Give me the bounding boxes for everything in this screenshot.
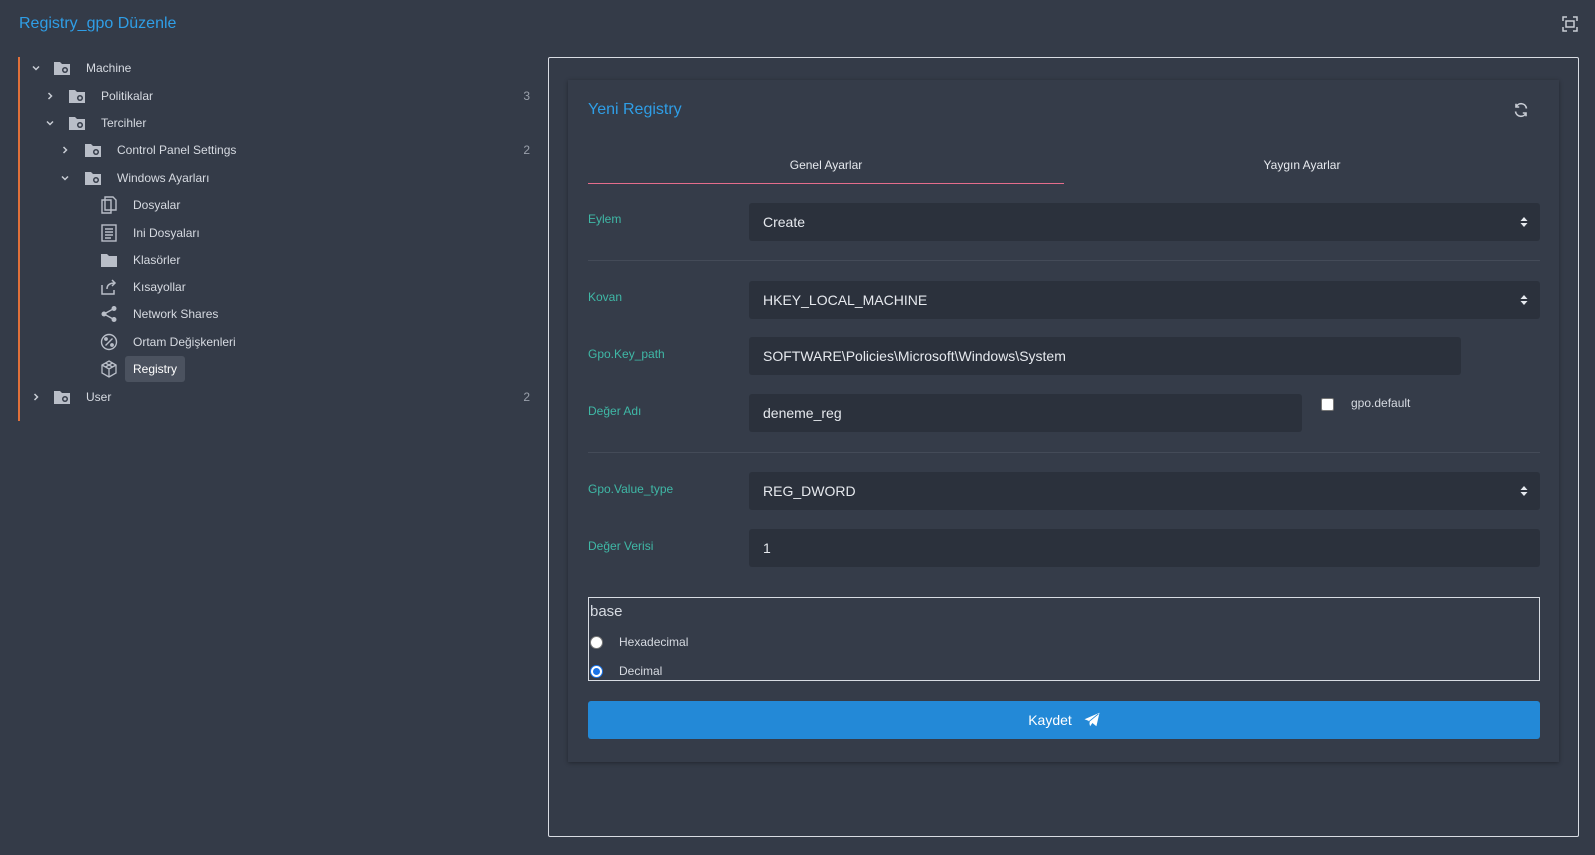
chevron-down-icon[interactable]: [59, 172, 71, 184]
tree-label-policies: Politikalar: [101, 89, 154, 103]
tree-label-machine: Machine: [86, 61, 132, 75]
base-fieldset: base Hexadecimal Decimal: [588, 597, 1540, 681]
default-checkbox-label: gpo.default: [1351, 396, 1411, 410]
chevron-down-icon[interactable]: [30, 62, 42, 74]
updown-icon: [1520, 217, 1528, 227]
hive-value: HKEY_LOCAL_MACHINE: [763, 292, 928, 308]
refresh-icon[interactable]: [1513, 102, 1529, 118]
default-checkbox[interactable]: [1321, 398, 1334, 411]
tree-label-env-vars: Ortam Değişkenleri: [133, 335, 236, 349]
tree-label-windows-settings: Windows Ayarları: [117, 171, 210, 185]
folder-settings-icon: [69, 117, 85, 130]
tree-count-policies: 3: [523, 89, 530, 103]
folder-icon: [101, 254, 117, 267]
radio-hexadecimal[interactable]: [590, 636, 603, 649]
folder-settings-icon: [85, 172, 101, 185]
tree-label-ini-files: Ini Dosyaları: [133, 226, 200, 240]
tab-common-settings[interactable]: Yaygın Ayarlar: [1064, 154, 1540, 184]
action-select[interactable]: Create: [749, 203, 1540, 241]
tree-node-control-panel[interactable]: Control Panel Settings 2: [20, 137, 530, 163]
tree-node-user[interactable]: User 2: [20, 384, 530, 410]
value-name-value: deneme_reg: [763, 405, 842, 421]
tree-label-user: User: [86, 390, 112, 404]
share-arrow-icon: [101, 279, 117, 295]
value-type-value: REG_DWORD: [763, 483, 856, 499]
hive-label: Kovan: [588, 290, 623, 304]
folder-settings-icon: [69, 90, 85, 103]
radio-decimal[interactable]: [590, 665, 603, 678]
tab-general-settings[interactable]: Genel Ayarlar: [588, 154, 1064, 184]
updown-icon: [1520, 486, 1528, 496]
hive-select[interactable]: HKEY_LOCAL_MACHINE: [749, 281, 1540, 319]
send-icon: [1084, 712, 1100, 727]
folder-settings-icon: [54, 391, 70, 404]
share-nodes-icon: [101, 306, 117, 322]
cube-icon: [101, 360, 117, 378]
tree-node-ini-files[interactable]: Ini Dosyaları: [20, 220, 530, 246]
tree-node-shortcuts[interactable]: Kısayollar: [20, 274, 530, 300]
tree-label-folders: Klasörler: [133, 253, 181, 267]
tree-node-registry[interactable]: Registry: [20, 356, 530, 382]
tree-node-folders[interactable]: Klasörler: [20, 247, 530, 273]
save-button[interactable]: Kaydet: [588, 701, 1540, 739]
tree-label-control-panel: Control Panel Settings: [117, 143, 237, 157]
tree-count-user: 2: [523, 390, 530, 404]
tree-node-windows-settings[interactable]: Windows Ayarları: [20, 165, 530, 191]
tree-node-network-shares[interactable]: Network Shares: [20, 301, 530, 327]
save-button-label: Kaydet: [1028, 712, 1072, 728]
chevron-right-icon[interactable]: [30, 391, 42, 403]
value-type-label: Gpo.Value_type: [588, 482, 674, 496]
gpo-tree: Machine Politikalar 3 Tercihler Control …: [18, 55, 530, 421]
percent-icon: [100, 333, 118, 351]
tree-label-shortcuts: Kısayollar: [133, 280, 186, 294]
action-label: Eylem: [588, 212, 622, 226]
document-list-icon: [101, 224, 117, 242]
chevron-down-icon[interactable]: [44, 117, 56, 129]
chevron-right-icon[interactable]: [44, 90, 56, 102]
tree-count-control-panel: 2: [523, 143, 530, 157]
action-value: Create: [763, 214, 806, 230]
folder-settings-icon: [85, 144, 101, 157]
value-name-input[interactable]: deneme_reg: [749, 394, 1302, 432]
registry-card: Yeni Registry Genel Ayarlar Yaygın Ayarl…: [568, 80, 1559, 762]
value-data-label: Değer Verisi: [588, 539, 654, 553]
files-icon: [101, 196, 117, 214]
tree-label-preferences: Tercihler: [101, 116, 147, 130]
value-data-input[interactable]: 1: [749, 529, 1540, 567]
divider: [588, 260, 1540, 261]
value-name-label: Değer Adı: [588, 404, 642, 418]
chevron-right-icon[interactable]: [59, 144, 71, 156]
tree-node-machine[interactable]: Machine: [20, 55, 530, 81]
value-data-value: 1: [763, 540, 771, 556]
key-path-input[interactable]: SOFTWARE\Policies\Microsoft\Windows\Syst…: [749, 337, 1461, 375]
tree-label-registry: Registry: [125, 356, 186, 382]
base-legend: base: [590, 603, 623, 620]
tree-node-preferences[interactable]: Tercihler: [20, 110, 530, 136]
tree-label-network-shares: Network Shares: [133, 307, 219, 321]
page-title: Registry_gpo Düzenle: [19, 15, 177, 32]
updown-icon: [1520, 295, 1528, 305]
key-path-label: Gpo.Key_path: [588, 347, 665, 361]
fullscreen-icon[interactable]: [1562, 16, 1578, 32]
value-type-select[interactable]: REG_DWORD: [749, 472, 1540, 510]
tree-node-files[interactable]: Dosyalar: [20, 192, 530, 218]
tree-node-env-vars[interactable]: Ortam Değişkenleri: [20, 329, 530, 355]
tree-node-policies[interactable]: Politikalar 3: [20, 83, 530, 109]
divider: [588, 452, 1540, 453]
tree-label-files: Dosyalar: [133, 198, 181, 212]
folder-settings-icon: [54, 62, 70, 75]
radio-label-hexadecimal: Hexadecimal: [619, 635, 689, 649]
key-path-value: SOFTWARE\Policies\Microsoft\Windows\Syst…: [763, 348, 1066, 364]
radio-label-decimal: Decimal: [619, 664, 663, 678]
card-title: Yeni Registry: [588, 101, 682, 118]
